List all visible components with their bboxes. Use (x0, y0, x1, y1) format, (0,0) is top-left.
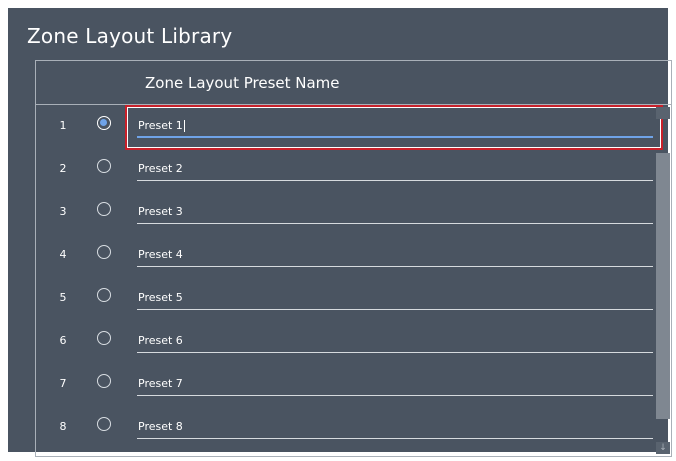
row-number: 7 (59, 377, 67, 390)
preset-radio-button[interactable] (97, 116, 111, 130)
row-number: 2 (59, 162, 67, 175)
chevron-up-icon[interactable] (656, 107, 670, 119)
preset-name-value: Preset 7 (138, 377, 183, 390)
preset-radio-button[interactable] (97, 417, 111, 431)
preset-radio-button[interactable] (97, 202, 111, 216)
row-number: 8 (59, 420, 67, 433)
preset-list-panel: Zone Layout Preset Name 1 Preset 1 2 Pre… (35, 60, 672, 457)
preset-name-field[interactable]: Preset 3 (137, 202, 653, 224)
scroll-thumb[interactable] (656, 153, 670, 419)
table-row: 3 Preset 3 (36, 191, 671, 234)
preset-name-field[interactable]: Preset 6 (137, 331, 653, 353)
row-number: 3 (59, 205, 67, 218)
preset-name-field[interactable]: Preset 2 (137, 159, 653, 181)
preset-name-field[interactable]: Preset 4 (137, 245, 653, 267)
preset-radio-button[interactable] (97, 159, 111, 173)
column-header-preset-name: Zone Layout Preset Name (145, 74, 340, 92)
focus-ring (125, 105, 663, 150)
preset-name-value: Preset 2 (138, 162, 183, 175)
table-row: 6 Preset 6 (36, 320, 671, 363)
preset-radio-button[interactable] (97, 245, 111, 259)
table-row: 7 Preset 7 (36, 363, 671, 406)
window-title: Zone Layout Library (27, 24, 233, 48)
preset-radio-button[interactable] (97, 331, 111, 345)
table-row: 5 Preset 5 (36, 277, 671, 320)
preset-name-field[interactable]: Preset 7 (137, 374, 653, 396)
preset-name-value: Preset 4 (138, 248, 183, 261)
preset-name-value: Preset 6 (138, 334, 183, 347)
zone-layout-library-window: Zone Layout Library Zone Layout Preset N… (8, 8, 672, 457)
row-number: 4 (59, 248, 67, 261)
table-row: 2 Preset 2 (36, 148, 671, 191)
preset-radio-button[interactable] (97, 288, 111, 302)
preset-name-field[interactable]: Preset 8 (137, 417, 653, 439)
preset-name-value: Preset 5 (138, 291, 183, 304)
preset-name-value: Preset 3 (138, 205, 183, 218)
chevron-down-icon[interactable]: ↓ (656, 442, 670, 454)
row-number: 5 (59, 291, 67, 304)
table-row: 4 Preset 4 (36, 234, 671, 277)
row-number: 1 (59, 119, 67, 132)
table-row: 8 Preset 8 (36, 406, 671, 449)
preset-name-field[interactable]: Preset 5 (137, 288, 653, 310)
row-number: 6 (59, 334, 67, 347)
table-header: Zone Layout Preset Name (36, 61, 671, 105)
table-row: 1 Preset 1 (36, 105, 671, 150)
vertical-scrollbar[interactable]: ↓ (654, 105, 672, 456)
preset-radio-button[interactable] (97, 374, 111, 388)
preset-name-value: Preset 8 (138, 420, 183, 433)
